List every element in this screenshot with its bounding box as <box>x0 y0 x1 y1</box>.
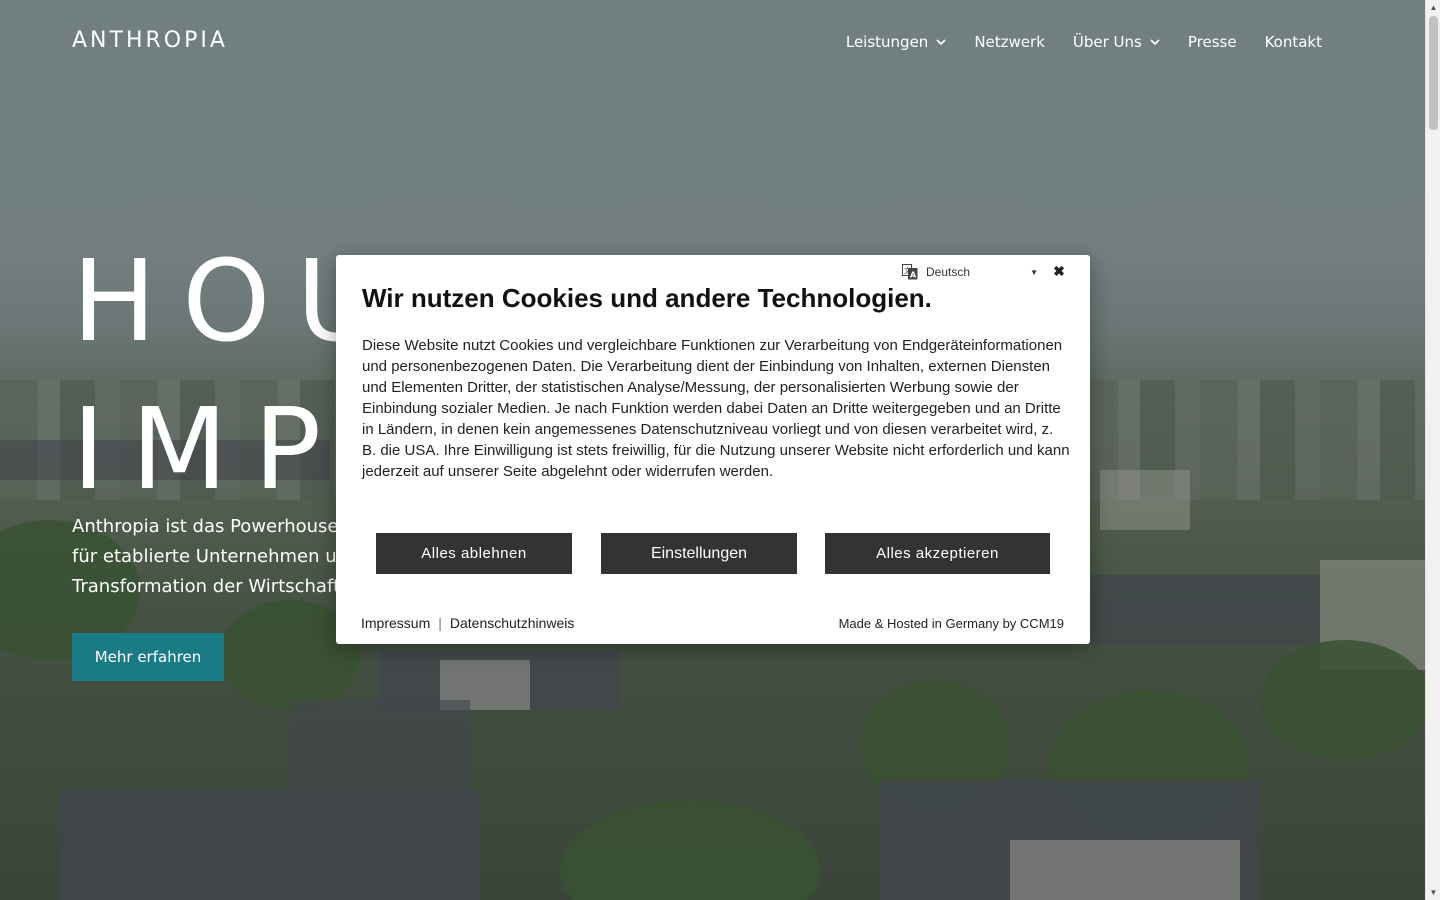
nav-item-leistungen[interactable]: Leistungen <box>846 30 946 54</box>
page-scrollbar[interactable]: ▲ ▼ <box>1425 0 1440 900</box>
chevron-down-icon <box>1150 39 1160 46</box>
ccm19-credit[interactable]: Made & Hosted in Germany by CCM19 <box>839 616 1064 631</box>
nav-item-label: Leistungen <box>845 33 929 51</box>
main-nav: Leistungen Netzwerk Über Uns Presse Kont… <box>846 30 1322 54</box>
nav-item-ueber-uns[interactable]: Über Uns <box>1073 30 1160 54</box>
svg-text:A: A <box>910 271 917 280</box>
link-separator: | <box>438 615 442 631</box>
settings-button[interactable]: Einstellungen <box>601 533 797 574</box>
chevron-down-icon <box>936 39 946 46</box>
dialog-footer-links: Impressum | Datenschutzhinweis <box>361 615 574 631</box>
site-logo[interactable]: ANTHROPIA <box>72 24 228 56</box>
nav-item-netzwerk[interactable]: Netzwerk <box>974 30 1045 54</box>
scroll-up-arrow-icon[interactable]: ▲ <box>1429 3 1438 12</box>
nav-item-label: Presse <box>1187 33 1237 51</box>
reject-all-button[interactable]: Alles ablehnen <box>376 533 572 574</box>
logo-text: ANTHROPIA <box>72 27 228 53</box>
scroll-down-arrow-icon[interactable]: ▼ <box>1429 888 1438 897</box>
caret-down-icon: ▼ <box>1030 267 1038 277</box>
datenschutz-link[interactable]: Datenschutzhinweis <box>450 615 575 631</box>
nav-item-label: Netzwerk <box>974 33 1045 51</box>
close-icon[interactable]: ✖ <box>1052 263 1066 279</box>
nav-item-label: Über Uns <box>1072 33 1142 51</box>
cookie-consent-dialog: 文 A Deutsch ▼ ✖ Wir nutzen Cookies und a… <box>336 255 1090 644</box>
impressum-link[interactable]: Impressum <box>361 615 430 631</box>
scrollbar-thumb[interactable] <box>1429 16 1438 130</box>
accept-all-button[interactable]: Alles akzeptieren <box>825 533 1050 574</box>
translate-icon: 文 A <box>902 264 918 280</box>
language-value: Deutsch <box>926 265 971 279</box>
nav-item-kontakt[interactable]: Kontakt <box>1265 30 1322 54</box>
nav-item-presse[interactable]: Presse <box>1188 30 1237 54</box>
nav-item-label: Kontakt <box>1264 33 1322 51</box>
mehr-erfahren-button[interactable]: Mehr erfahren <box>72 633 224 681</box>
language-selector[interactable]: 文 A Deutsch ▼ <box>902 264 1038 280</box>
dialog-body-text: Diese Website nutzt Cookies und vergleic… <box>362 337 1070 480</box>
dialog-title: Wir nutzen Cookies und andere Technologi… <box>362 283 932 313</box>
